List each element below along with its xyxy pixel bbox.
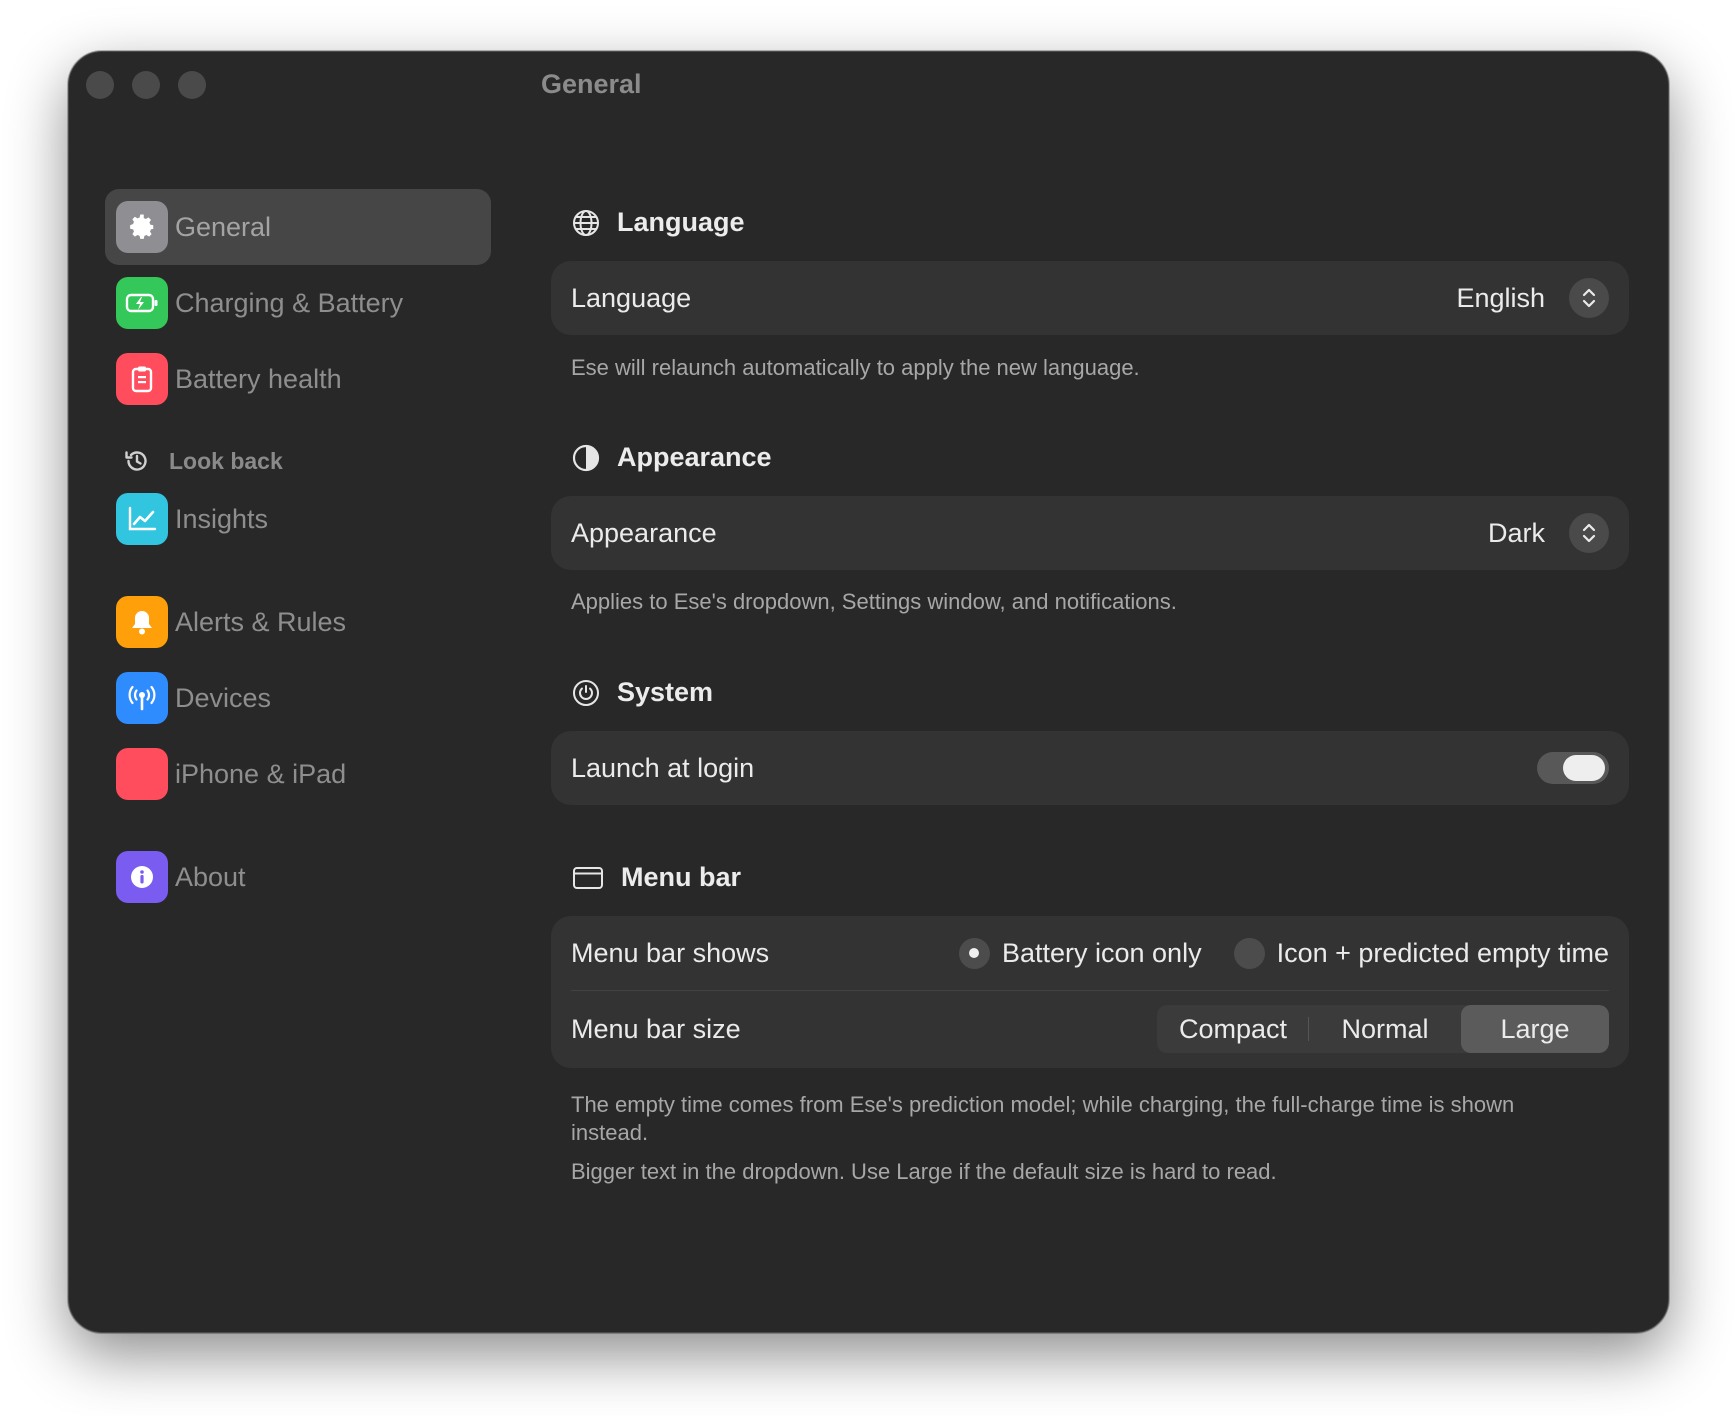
- half-circle-icon: [572, 444, 600, 471]
- sidebar-item-label: Devices: [175, 682, 272, 713]
- clipboard-icon: [116, 353, 168, 405]
- sidebar-item-label: General: [175, 211, 272, 242]
- menubar-size-description: Bigger text in the dropdown. Use Large i…: [571, 1159, 1277, 1184]
- sidebar-item-label: Battery health: [175, 363, 342, 394]
- row-label: Appearance: [571, 517, 717, 548]
- appearance-description: Applies to Ese's dropdown, Settings wind…: [571, 589, 1177, 614]
- device-icon: [116, 748, 168, 800]
- section-appearance: Appearance: [571, 442, 772, 473]
- battery-charging-icon: [116, 277, 168, 329]
- appearance-row: Appearance Dark: [551, 496, 1629, 570]
- segment-large[interactable]: Large: [1461, 1005, 1609, 1053]
- language-row: Language English: [551, 261, 1629, 335]
- sidebar-item-iphone-ipad[interactable]: iPhone & iPad: [105, 736, 491, 812]
- sidebar-item-charging-battery[interactable]: Charging & Battery: [105, 265, 491, 341]
- section-system: System: [571, 677, 713, 708]
- window-icon: [573, 866, 603, 889]
- sidebar-item-general[interactable]: General: [105, 189, 491, 265]
- section-menu-bar: Menu bar: [571, 862, 741, 893]
- language-card: Language English: [551, 261, 1629, 335]
- launch-at-login-row: Launch at login: [551, 731, 1629, 805]
- section-title: Menu bar: [621, 862, 742, 892]
- radio-label: Battery icon only: [1001, 937, 1202, 968]
- sidebar-item-label: About: [175, 861, 246, 892]
- sidebar-item-label: Charging & Battery: [175, 287, 404, 318]
- toggle-knob: [1563, 755, 1605, 781]
- row-label: Launch at login: [571, 752, 755, 783]
- sidebar-item-label: iPhone & iPad: [175, 758, 347, 789]
- appearance-value: Dark: [1487, 517, 1545, 548]
- radio-button-selected: [958, 937, 990, 969]
- antenna-icon: [116, 672, 168, 724]
- menubar-shows-radio-group: Battery icon only Icon + predicted empty…: [927, 937, 1609, 969]
- menubar-description: The empty time comes from Ese's predicti…: [571, 1092, 1515, 1145]
- row-label: Language: [571, 282, 692, 313]
- launch-at-login-toggle[interactable]: [1537, 752, 1609, 784]
- section-title: Language: [617, 207, 745, 237]
- radio-battery-icon-only[interactable]: Battery icon only: [958, 937, 1202, 969]
- window-title: General: [541, 69, 642, 99]
- zoom-button[interactable]: [178, 71, 206, 99]
- chart-icon: [116, 493, 168, 545]
- language-popup[interactable]: English: [1456, 278, 1609, 318]
- segment-compact[interactable]: Compact: [1157, 1005, 1309, 1053]
- sidebar-item-devices[interactable]: Devices: [105, 660, 491, 736]
- section-label: Look back: [169, 447, 283, 474]
- bell-icon: [116, 596, 168, 648]
- power-icon: [573, 679, 599, 706]
- info-icon: [116, 851, 168, 903]
- chevron-up-down-icon: [1569, 513, 1609, 553]
- chevron-up-down-icon: [1569, 278, 1609, 318]
- appearance-card: Appearance Dark: [551, 496, 1629, 570]
- section-title: System: [617, 677, 714, 707]
- section-look-back: Look back: [123, 443, 283, 479]
- sidebar-item-insights[interactable]: Insights: [105, 481, 491, 557]
- row-label: Menu bar size: [571, 1013, 741, 1044]
- radio-label: Icon + predicted empty time: [1276, 937, 1609, 968]
- segment-normal[interactable]: Normal: [1309, 1005, 1461, 1053]
- menubar-size-segmented-control: Compact Normal Large: [1157, 1005, 1609, 1053]
- sidebar-item-label: Insights: [175, 503, 269, 534]
- system-card: Launch at login: [551, 731, 1629, 805]
- sidebar-item-about[interactable]: About: [105, 839, 491, 915]
- sidebar-item-alerts-rules[interactable]: Alerts & Rules: [105, 584, 491, 660]
- row-label: Menu bar shows: [571, 937, 770, 968]
- globe-icon: [573, 209, 599, 236]
- section-title: Appearance: [617, 442, 772, 472]
- menubar-shows-row: Menu bar shows Battery icon only Icon + …: [551, 916, 1629, 990]
- sidebar-item-label: Alerts & Rules: [175, 606, 347, 637]
- gear-icon: [116, 201, 168, 253]
- section-language: Language: [571, 207, 745, 238]
- radio-icon-predicted-time[interactable]: Icon + predicted empty time: [1233, 937, 1609, 969]
- sidebar-item-battery-health[interactable]: Battery health: [105, 341, 491, 417]
- close-button[interactable]: [86, 71, 114, 99]
- appearance-popup[interactable]: Dark: [1488, 513, 1609, 553]
- traffic-lights: [86, 71, 206, 99]
- radio-button: [1233, 937, 1265, 969]
- minimize-button[interactable]: [132, 71, 160, 99]
- language-description: Ese will relaunch automatically to apply…: [571, 355, 1140, 380]
- menubar-card: Menu bar shows Battery icon only Icon + …: [551, 916, 1629, 1068]
- history-icon: [125, 451, 147, 471]
- language-value: English: [1456, 282, 1545, 313]
- menubar-size-row: Menu bar size Compact Normal Large: [551, 991, 1629, 1067]
- settings-window: General General Charging & Battery Batte…: [68, 51, 1669, 1333]
